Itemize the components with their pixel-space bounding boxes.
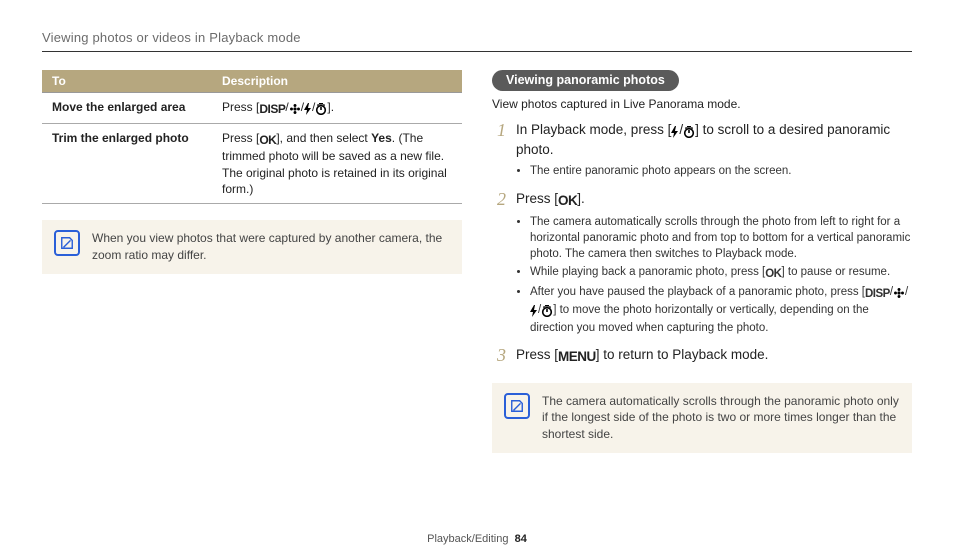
step2-title: Press [OK]. <box>516 190 912 210</box>
step-number: 2 <box>492 190 506 339</box>
row1-label: Move the enlarged area <box>42 93 212 124</box>
step-number: 3 <box>492 346 506 366</box>
flash-icon <box>530 304 538 320</box>
flower-icon <box>893 286 905 302</box>
page-title: Viewing photos or videos in Playback mod… <box>42 30 912 45</box>
note-icon <box>504 393 530 419</box>
step1-sub1: The entire panoramic photo appears on th… <box>530 163 912 179</box>
step1-title: In Playback mode, press [/] to scroll to… <box>516 121 912 159</box>
timer-icon <box>683 123 695 141</box>
flower-icon <box>289 101 301 117</box>
disp-icon: DISP <box>259 101 285 117</box>
row2-desc: Press [OK], and then select Yes. (The tr… <box>212 124 462 204</box>
right-column: Viewing panoramic photos View photos cap… <box>492 70 912 453</box>
table-row: Trim the enlarged photo Press [OK], and … <box>42 124 462 204</box>
ok-icon: OK <box>558 192 577 210</box>
th-desc: Description <box>212 70 462 93</box>
disp-icon: DISP <box>865 286 890 302</box>
page-footer: Playback/Editing 84 <box>0 533 954 545</box>
section-pill: Viewing panoramic photos <box>492 70 679 91</box>
row2-label: Trim the enlarged photo <box>42 124 212 204</box>
ok-icon: OK <box>259 132 276 148</box>
step-2: 2 Press [OK]. The camera automatically s… <box>492 190 912 339</box>
step-number: 1 <box>492 121 506 182</box>
action-table: To Description Move the enlarged area Pr… <box>42 70 462 204</box>
flash-icon <box>671 123 679 141</box>
step-3: 3 Press [MENU] to return to Playback mod… <box>492 346 912 366</box>
step2-sub3: After you have paused the playback of a … <box>530 284 912 336</box>
flash-icon <box>304 101 312 117</box>
step2-sub1: The camera automatically scrolls through… <box>530 214 912 262</box>
th-to: To <box>42 70 212 93</box>
note-zoom-ratio: When you view photos that were captured … <box>42 220 462 274</box>
timer-icon <box>315 101 327 117</box>
ok-icon: OK <box>765 266 781 282</box>
row1-desc: Press [DISP///]. <box>212 93 462 124</box>
title-divider <box>42 51 912 52</box>
timer-icon <box>541 304 553 320</box>
left-column: To Description Move the enlarged area Pr… <box>42 70 462 453</box>
note-text: The camera automatically scrolls through… <box>542 393 900 443</box>
section-intro: View photos captured in Live Panorama mo… <box>492 97 912 111</box>
step2-sub2: While playing back a panoramic photo, pr… <box>530 264 912 282</box>
table-row: Move the enlarged area Press [DISP///]. <box>42 93 462 124</box>
note-text: When you view photos that were captured … <box>92 230 450 264</box>
note-icon <box>54 230 80 256</box>
step3-title: Press [MENU] to return to Playback mode. <box>516 346 912 366</box>
footer-section: Playback/Editing <box>427 533 508 545</box>
footer-page: 84 <box>515 533 527 545</box>
step-1: 1 In Playback mode, press [/] to scroll … <box>492 121 912 182</box>
menu-icon: MENU <box>558 348 596 366</box>
note-autoscroll: The camera automatically scrolls through… <box>492 383 912 453</box>
